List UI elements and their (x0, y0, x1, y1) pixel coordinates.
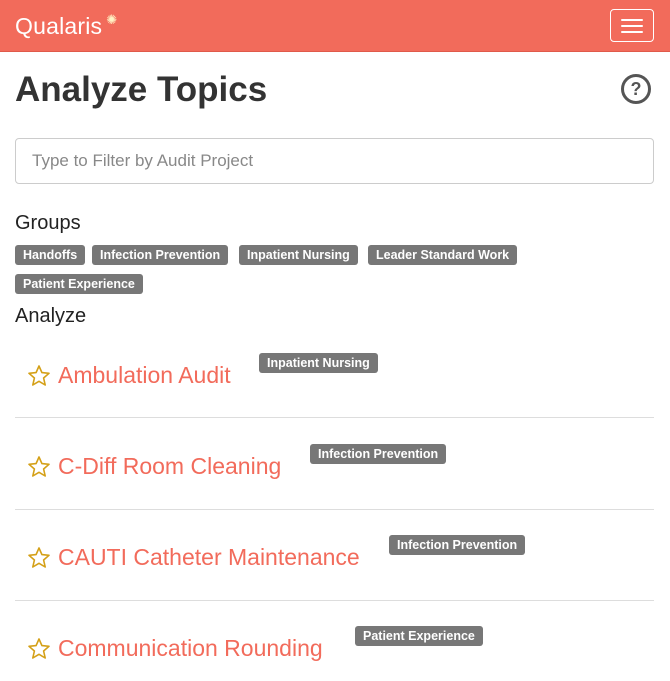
brand-name: Qualaris (15, 13, 103, 39)
analyze-heading: Analyze (15, 305, 87, 327)
group-chip-patient-experience[interactable]: Patient Experience (15, 274, 143, 294)
page-title: Analyze Topics (15, 70, 268, 109)
topic-link[interactable]: C-Diff Room Cleaning (58, 453, 281, 480)
topic-link[interactable]: Ambulation Audit (58, 362, 231, 389)
star-icon[interactable] (27, 546, 51, 570)
top-navbar: Qualaris ✺ (0, 0, 670, 52)
hamburger-icon-bar (621, 19, 643, 21)
brand-mark-icon: ✺ (106, 12, 118, 27)
star-icon[interactable] (27, 637, 51, 661)
star-icon[interactable] (27, 455, 51, 479)
star-icon[interactable] (27, 364, 51, 388)
group-chip-inpatient-nursing[interactable]: Inpatient Nursing (239, 245, 358, 265)
hamburger-icon-bar (621, 25, 643, 27)
divider (15, 600, 654, 601)
brand-logo[interactable]: Qualaris ✺ (15, 12, 117, 40)
hamburger-icon-bar (621, 31, 643, 33)
topic-link[interactable]: Communication Rounding (58, 635, 323, 662)
hamburger-menu-button[interactable] (610, 9, 654, 42)
topic-tag: Infection Prevention (310, 444, 447, 464)
group-chip-infection-prevention[interactable]: Infection Prevention (92, 245, 229, 265)
groups-heading: Groups (15, 212, 81, 234)
topic-tag: Patient Experience (355, 626, 483, 646)
group-chip-handoffs[interactable]: Handoffs (15, 245, 86, 265)
group-chip-leader-standard-work[interactable]: Leader Standard Work (368, 245, 518, 265)
topic-link[interactable]: CAUTI Catheter Maintenance (58, 544, 360, 571)
divider (15, 509, 654, 510)
help-icon[interactable]: ? (621, 74, 651, 104)
topic-tag: Infection Prevention (389, 535, 526, 555)
audit-project-filter-input[interactable] (15, 138, 654, 184)
topic-tag: Inpatient Nursing (259, 353, 378, 373)
divider (15, 417, 654, 418)
